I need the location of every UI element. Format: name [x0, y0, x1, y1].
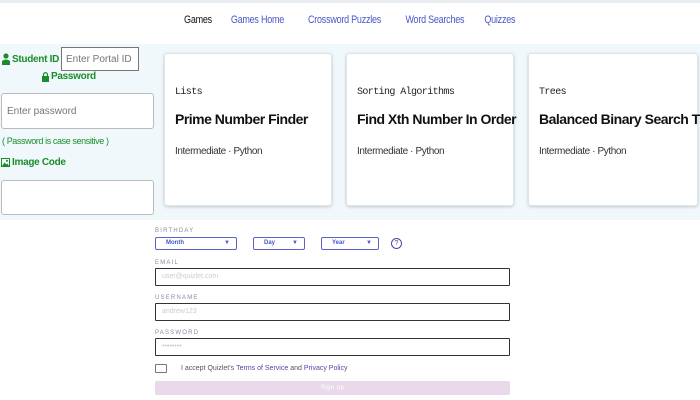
password-label-signup: PASSWORD	[155, 330, 200, 336]
year-select[interactable]: Year ▼	[321, 237, 379, 250]
image-icon	[1, 158, 10, 167]
terms-checkbox[interactable]	[155, 364, 167, 373]
signup-button[interactable]: Sign up	[155, 381, 510, 395]
signup-password-field[interactable]: ••••••••	[155, 338, 510, 356]
month-select[interactable]: Month ▼	[155, 237, 237, 250]
username-field[interactable]: andrew123	[155, 303, 510, 321]
and-text: and	[290, 365, 302, 372]
card-title: Balanced Binary Search Tree	[539, 111, 700, 127]
username-label: USERNAME	[155, 295, 199, 301]
terms-link[interactable]: Terms of Service	[236, 365, 288, 372]
card-category: Lists	[175, 87, 203, 98]
card-meta: Intermediate · Python	[357, 146, 445, 157]
login-panel: Student ID Password ( Password is case s…	[0, 44, 160, 220]
day-select[interactable]: Day ▼	[253, 237, 305, 250]
privacy-link[interactable]: Privacy Policy	[304, 365, 348, 372]
game-card[interactable]: Sorting Algorithms Find Xth Number In Or…	[346, 53, 517, 206]
chevron-down-icon: ▼	[366, 240, 372, 246]
nav-quizzes[interactable]: Quizzes	[484, 14, 515, 32]
help-icon[interactable]: ?	[391, 238, 402, 249]
lock-icon	[42, 71, 49, 82]
top-nav: Games Games Home Crossword Puzzles Word …	[0, 14, 700, 32]
password-input[interactable]	[1, 93, 154, 129]
nav-games-home[interactable]: Games Home	[231, 14, 284, 32]
chevron-down-icon: ▼	[292, 240, 298, 246]
password-label: Password	[42, 71, 96, 82]
image-code-label: Image Code	[1, 157, 66, 168]
image-code-box[interactable]	[1, 180, 154, 215]
birthday-label: BIRTHDAY	[155, 228, 195, 234]
game-card[interactable]: Trees Balanced Binary Search Tree Interm…	[528, 53, 700, 206]
email-field[interactable]: user@quizlet.com	[155, 268, 510, 286]
card-title: Find Xth Number In Order	[357, 111, 517, 127]
card-category: Trees	[539, 87, 567, 98]
chevron-down-icon: ▼	[224, 240, 230, 246]
nav-word-searches[interactable]: Word Searches	[406, 14, 465, 32]
nav-crossword-puzzles[interactable]: Crossword Puzzles	[308, 14, 381, 32]
card-meta: Intermediate · Python	[175, 146, 263, 157]
card-category: Sorting Algorithms	[357, 87, 455, 98]
terms-row: I accept Quizlet's Terms of Service and …	[155, 364, 349, 373]
student-id-input[interactable]	[61, 47, 139, 71]
accept-text: I accept Quizlet's	[181, 365, 235, 372]
card-meta: Intermediate · Python	[539, 146, 627, 157]
card-title: Prime Number Finder	[175, 111, 308, 127]
student-id-row: Student ID	[2, 47, 139, 71]
user-icon	[2, 53, 10, 65]
top-strip	[0, 0, 700, 3]
nav-games[interactable]: Games	[184, 14, 212, 32]
email-label: EMAIL	[155, 260, 180, 266]
student-id-label: Student ID	[2, 53, 59, 65]
case-sensitive-note: ( Password is case sensitive )	[2, 136, 109, 146]
game-card[interactable]: Lists Prime Number Finder Intermediate ·…	[164, 53, 332, 206]
